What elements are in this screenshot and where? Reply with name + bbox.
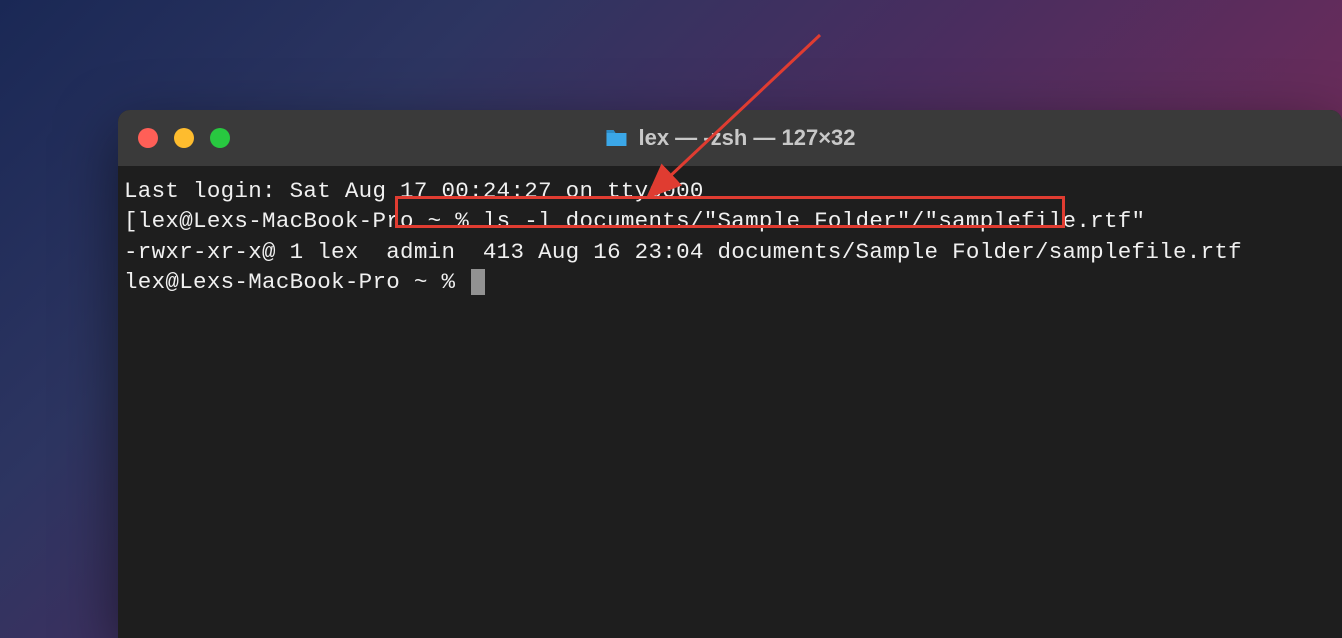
traffic-lights	[138, 128, 230, 148]
terminal-content[interactable]: Last login: Sat Aug 17 00:24:27 on ttys0…	[118, 166, 1342, 308]
window-title-text: lex — -zsh — 127×32	[638, 125, 855, 151]
terminal-line-output: -rwxr-xr-x@ 1 lex admin 413 Aug 16 23:04…	[124, 237, 1336, 267]
folder-icon	[604, 128, 628, 148]
prompt-2: lex@Lexs-MacBook-Pro ~ %	[124, 269, 469, 295]
cursor	[471, 269, 485, 295]
minimize-button[interactable]	[174, 128, 194, 148]
command-text: ls -l documents/"Sample Folder"/"samplef…	[483, 208, 1146, 234]
terminal-line-login: Last login: Sat Aug 17 00:24:27 on ttys0…	[124, 176, 1336, 206]
maximize-button[interactable]	[210, 128, 230, 148]
titlebar: lex — -zsh — 127×32	[118, 110, 1342, 166]
prompt-1: [lex@Lexs-MacBook-Pro ~ %	[124, 208, 483, 234]
terminal-line-command: [lex@Lexs-MacBook-Pro ~ % ls -l document…	[124, 206, 1336, 236]
terminal-line-prompt: lex@Lexs-MacBook-Pro ~ %	[124, 267, 1336, 297]
close-button[interactable]	[138, 128, 158, 148]
terminal-window: lex — -zsh — 127×32 Last login: Sat Aug …	[118, 110, 1342, 638]
window-title: lex — -zsh — 127×32	[604, 125, 855, 151]
